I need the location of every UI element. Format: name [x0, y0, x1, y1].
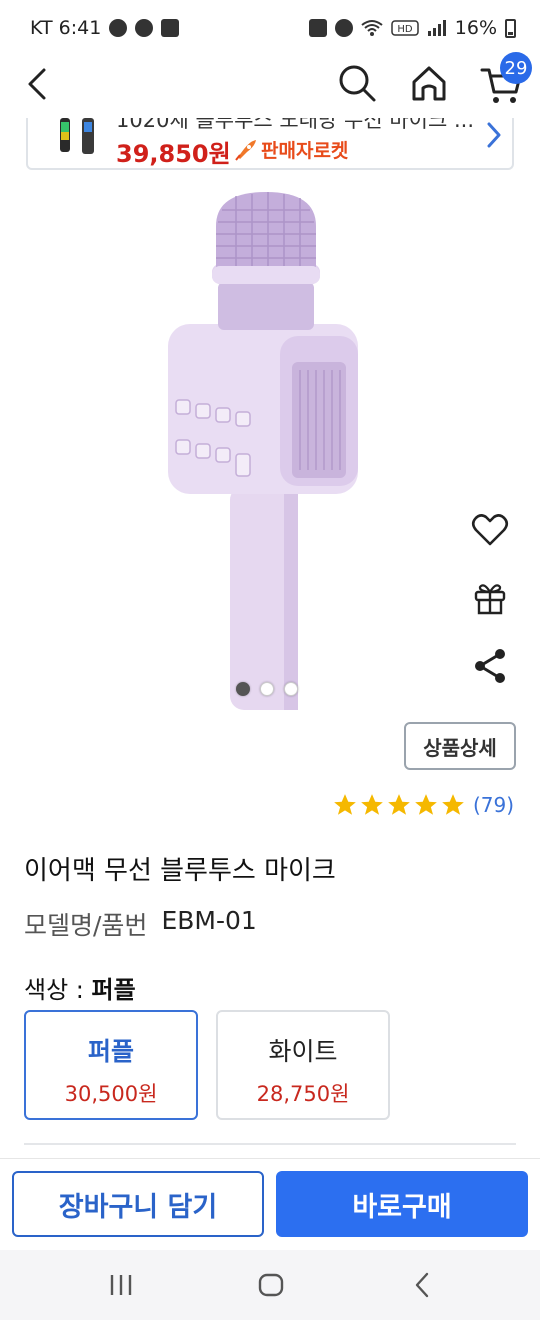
model-value: EBM-01: [161, 906, 257, 935]
banner-price: 39,850원: [116, 140, 231, 168]
option-white[interactable]: 화이트 28,750원: [216, 1010, 390, 1120]
buy-now-button[interactable]: 바로구매: [276, 1171, 528, 1237]
status-bar: KT 6:41 HD 16%: [0, 0, 540, 56]
pay-icon: [161, 19, 180, 37]
star-icon: [442, 794, 464, 815]
game-icon: [135, 19, 154, 37]
carrier-time: KT 6:41: [30, 17, 102, 39]
home-icon[interactable]: [408, 62, 450, 104]
product-detail-button[interactable]: 상품상세: [404, 722, 516, 770]
back-icon[interactable]: [18, 64, 58, 104]
model-row: 모델명/품번 EBM-01: [24, 906, 257, 942]
chevron-right-icon[interactable]: [482, 120, 506, 150]
banner-thumbnail-image: [60, 118, 94, 154]
app-icon: [308, 19, 327, 37]
product-title: 이어맥 무선 블루투스 마이크: [24, 856, 336, 886]
talk-icon: [109, 19, 128, 37]
gift-icon[interactable]: [470, 578, 510, 618]
model-label: 모델명/품번: [24, 911, 148, 940]
system-nav-bar: [0, 1250, 540, 1320]
product-image[interactable]: [160, 186, 370, 710]
system-back-icon[interactable]: [408, 1270, 438, 1300]
battery-icon: [505, 18, 516, 38]
option-price: 30,500원: [64, 1082, 158, 1106]
recent-apps-icon[interactable]: [106, 1270, 136, 1300]
gallery-pagination: [236, 682, 298, 696]
star-icon: [361, 794, 383, 815]
option-purple[interactable]: 퍼플 30,500원: [24, 1010, 198, 1120]
add-to-cart-button[interactable]: 장바구니 담기: [12, 1171, 264, 1237]
color-selected: 퍼플: [91, 976, 136, 1004]
heart-icon[interactable]: [470, 510, 510, 550]
alarm-icon: [334, 19, 353, 37]
color-row: 색상 : 퍼플: [24, 970, 136, 1005]
rating[interactable]: (79): [332, 792, 514, 818]
signal-icon: [427, 20, 446, 36]
top-nav: [0, 56, 540, 116]
svg-text:HD: HD: [397, 24, 413, 35]
cta-bar: 장바구니 담기 바로구매: [0, 1158, 540, 1250]
battery-percent: 16%: [454, 17, 497, 39]
cart-count-badge: 29: [500, 52, 532, 84]
option-name: 화이트: [268, 1037, 338, 1066]
star-icon: [388, 794, 410, 815]
hd-icon: HD: [391, 20, 419, 36]
review-count[interactable]: (79): [473, 793, 514, 817]
gallery-dot[interactable]: [260, 682, 274, 696]
banner-title: 1020세 블루투스 노래방 무선 마이크 ...: [116, 118, 475, 132]
gallery-dot[interactable]: [284, 682, 298, 696]
option-name: 퍼플: [87, 1037, 134, 1066]
home-button-icon[interactable]: [256, 1270, 286, 1300]
search-icon[interactable]: [336, 62, 378, 104]
seller-rocket-badge: 판매자로켓: [234, 136, 348, 163]
status-left: KT 6:41: [30, 17, 180, 39]
status-right: HD 16%: [308, 17, 516, 39]
color-label: 색상 :: [24, 976, 92, 1004]
wifi-icon: [361, 20, 383, 36]
share-icon[interactable]: [470, 646, 510, 686]
recommend-banner[interactable]: 1020세 블루투스 노래방 무선 마이크 ... 39,850원 판매자로켓: [26, 118, 514, 170]
rocket-icon: [235, 139, 256, 161]
divider: [24, 1143, 516, 1145]
gallery-dot[interactable]: [236, 682, 250, 696]
seller-rocket-label: 판매자로켓: [261, 140, 349, 162]
option-price: 28,750원: [256, 1082, 350, 1106]
star-icon: [334, 794, 356, 815]
star-icon: [415, 794, 437, 815]
